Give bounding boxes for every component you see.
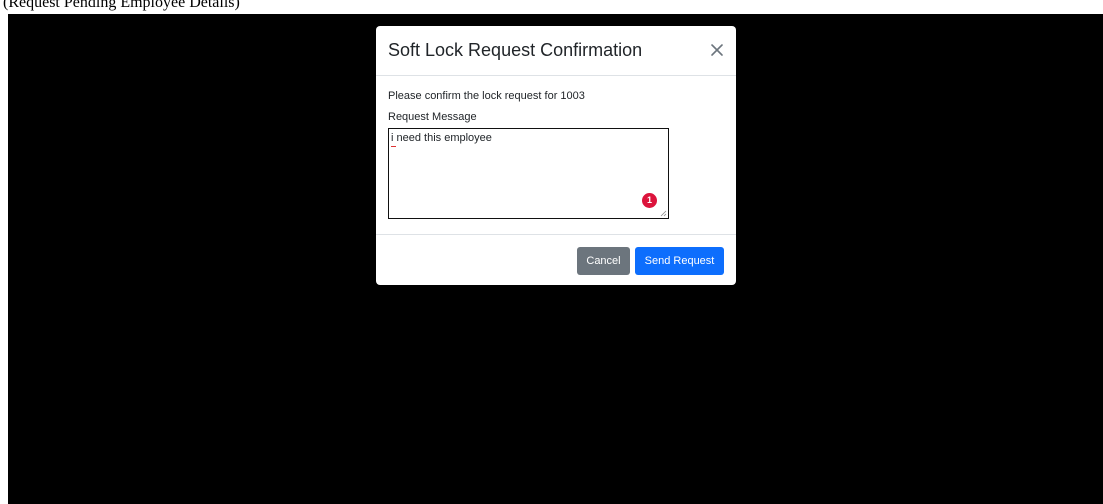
send-request-button[interactable]: Send Request [635, 247, 724, 275]
close-button[interactable] [706, 39, 728, 61]
background-header-strip: (Request Pending Employee Details) [0, 0, 1103, 14]
request-message-label: Request Message [388, 111, 477, 123]
error-count-badge[interactable]: 1 [642, 193, 657, 208]
close-icon [711, 44, 723, 56]
background-header-text: (Request Pending Employee Details) [3, 0, 240, 11]
confirmation-text: Please confirm the lock request for 1003 [388, 90, 585, 102]
spellcheck-underline [391, 146, 396, 147]
request-message-field-container: 1 [388, 128, 669, 219]
soft-lock-confirmation-dialog: Soft Lock Request Confirmation Please co… [376, 26, 736, 285]
cancel-button[interactable]: Cancel [577, 247, 630, 275]
dialog-footer: Cancel Send Request [376, 234, 736, 285]
request-message-textarea[interactable] [389, 129, 668, 218]
resize-grip-icon[interactable] [659, 209, 667, 217]
dialog-title: Soft Lock Request Confirmation [388, 40, 643, 60]
dialog-header: Soft Lock Request Confirmation [376, 26, 736, 76]
